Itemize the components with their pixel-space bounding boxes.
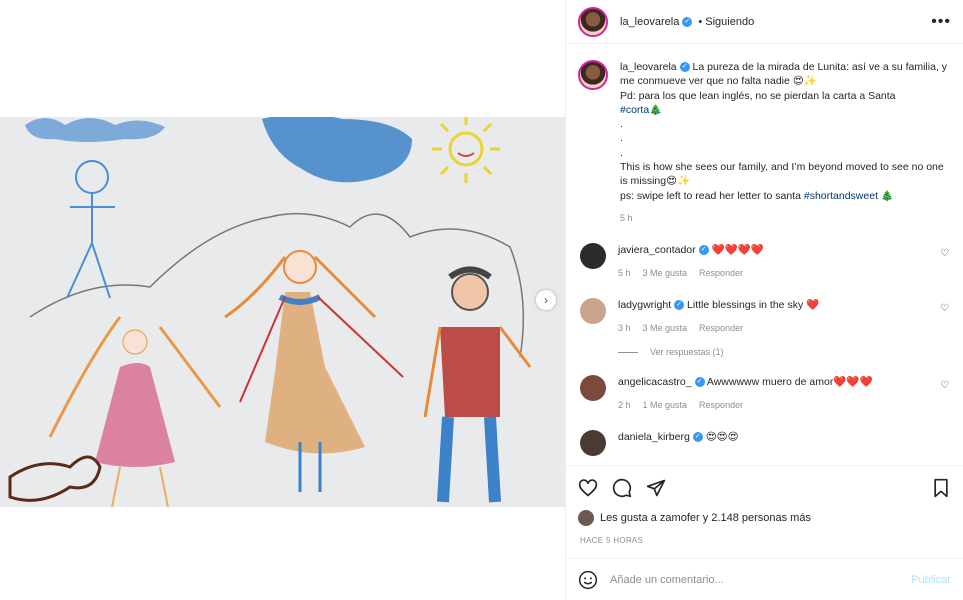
dot-1: . [620,118,623,131]
comment-text: Awwwwww muero de amor [706,376,834,389]
likes-summary[interactable]: Les gusta a zamofer y 2.148 personas más [578,510,811,526]
comment-username[interactable]: javiera_contador [618,244,696,256]
comment-item: ladygwright ✓ Little blessings in the sky… [578,298,951,335]
view-replies-button[interactable]: Ver respuestas (1) [618,347,951,357]
likes-text: Les gusta a zamofer y 2.148 personas más [600,512,811,524]
like-comment-heart-icon[interactable]: ♡ [940,248,949,259]
comment-bubble-icon[interactable] [612,478,632,498]
like-comment-heart-icon[interactable]: ♡ [940,303,949,314]
dot-2: . [620,132,623,145]
verified-badge-icon: ✓ [698,245,709,256]
next-slide-button[interactable]: › [536,290,556,310]
comment-username[interactable]: angelicacastro_ [618,376,692,388]
view-replies-label: Ver respuestas (1) [650,347,724,358]
reply-button[interactable]: Responder [699,266,743,280]
child-drawing-image [0,117,565,507]
comment-time: 5 h [618,268,631,279]
comment-item: javiera_contador ✓ ❤️❤️❤️❤️ 5 h 3 Me gust… [578,243,951,280]
caption-text: la_leovarela ✓ La pureza de la mirada de … [620,60,951,225]
comment-text: 😍😍😍 [705,431,739,444]
reply-button[interactable]: Responder [699,321,743,335]
heart-emoji: ❤️❤️❤️ [833,376,873,389]
liker-avatar [578,510,594,526]
comment-item: daniela_kirberg ✓ 😍😍😍 [578,430,951,457]
caption-time: 5 h [620,212,633,223]
like-heart-icon[interactable] [578,478,598,498]
comment-item: angelicacastro_ ✓ Awwwwww muero de amor❤️… [578,375,951,412]
commenter-avatar[interactable] [580,375,606,402]
action-bar [566,465,963,509]
comment-likes[interactable]: 1 Me gusta [643,398,688,412]
like-comment-heart-icon[interactable]: ♡ [940,380,949,391]
hashtag-corta[interactable]: #corta [620,104,649,116]
hashtag-shortandsweet[interactable]: #shortandsweet [804,190,878,202]
caption-line-2: Pd: para los que lean inglés, no se pier… [620,89,896,102]
follow-status[interactable]: • Siguiendo [698,16,754,28]
publish-button[interactable]: Publicar [911,574,951,586]
comment-likes[interactable]: 3 Me gusta [643,321,688,335]
add-comment-bar: Publicar [566,558,963,600]
caption-line-4: ps: swipe left to read her letter to san… [620,189,801,202]
reply-button[interactable]: Responder [699,398,743,412]
post-sidebar: la_leovarela ✓ • Siguiendo ••• la_leovar… [565,0,963,600]
author-username[interactable]: la_leovarela [620,16,679,28]
bookmark-icon[interactable] [931,478,951,498]
chevron-right-icon: › [544,293,548,307]
comment-likes[interactable]: 3 Me gusta [643,266,688,280]
verified-badge-icon: ✓ [679,62,690,73]
emoji-smiley-icon[interactable] [578,570,598,590]
commenter-avatar[interactable] [580,430,606,457]
tree-emoji: 🎄 [880,189,894,202]
caption: la_leovarela ✓ La pureza de la mirada de … [578,60,951,225]
divider-line [618,351,638,353]
post-media: › [0,0,565,600]
post-timestamp: HACE 5 HORAS [580,536,644,545]
post-header: la_leovarela ✓ • Siguiendo ••• [566,0,963,44]
heart-emoji: ❤️ [806,299,820,312]
author-avatar[interactable] [578,6,608,37]
comment-input[interactable] [610,573,912,586]
comment-text: Little blessings in the sky [687,299,804,312]
commenter-avatar[interactable] [580,243,606,270]
share-send-icon[interactable] [646,478,666,498]
caption-username[interactable]: la_leovarela [620,61,677,73]
comment-text: ❤️❤️❤️❤️ [711,244,764,257]
post-view: › la_leovarela ✓ • Siguiendo ••• la_leov… [0,0,963,600]
verified-badge-icon: ✓ [674,300,685,311]
verified-badge-icon: ✓ [682,16,693,27]
verified-badge-icon: ✓ [692,432,703,443]
dot-3: . [620,146,623,159]
comments-scroll[interactable]: la_leovarela ✓ La pureza de la mirada de … [566,44,963,465]
caption-avatar[interactable] [578,60,608,90]
commenter-avatar[interactable] [580,298,606,325]
comment-username[interactable]: daniela_kirberg [618,431,690,443]
more-options-icon[interactable]: ••• [931,13,951,31]
caption-line-3: This is how she sees our family, and I’m… [620,161,944,188]
verified-badge-icon: ✓ [694,377,705,388]
comment-time: 3 h [618,323,631,334]
tree-emoji: 🎄 [649,103,663,116]
comment-time: 2 h [618,400,631,411]
comment-username[interactable]: ladygwright [618,299,671,311]
